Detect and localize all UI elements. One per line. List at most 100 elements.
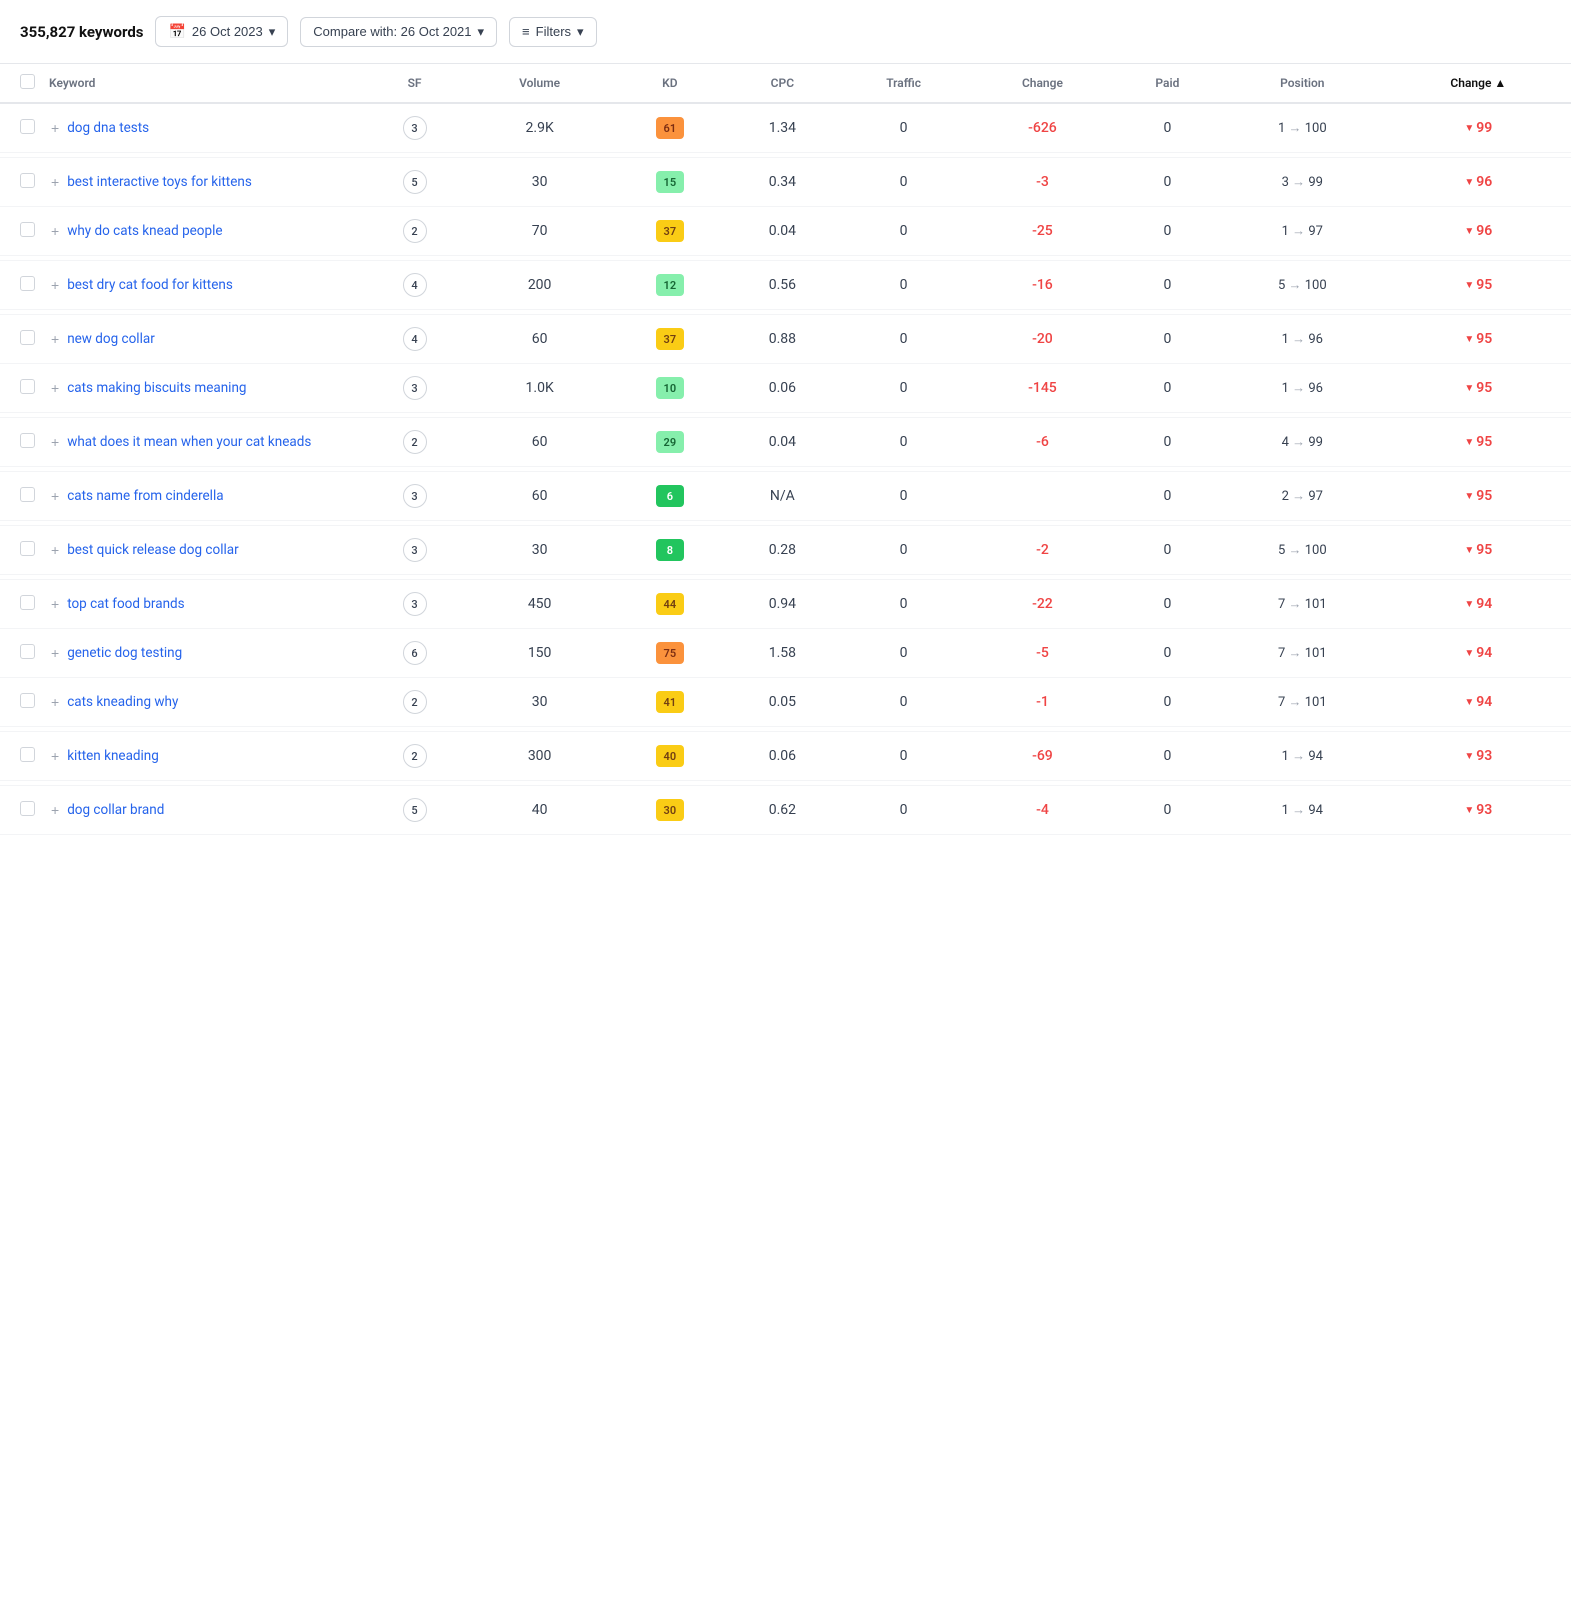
row-checkbox-cell <box>0 261 43 310</box>
row-checkbox[interactable] <box>20 595 35 610</box>
pos-change-value: ▼ 94 <box>1394 645 1563 661</box>
traffic-header[interactable]: Traffic <box>838 64 969 103</box>
keyword-cell: + cats making biscuits meaning <box>43 364 363 413</box>
arrow-right-icon: → <box>1288 278 1301 293</box>
sf-cell: 2 <box>363 732 466 781</box>
keyword-cell: + dog collar brand <box>43 786 363 835</box>
traffic-cell: 0 <box>838 732 969 781</box>
add-keyword-button[interactable]: + <box>51 542 59 558</box>
paid-cell: 0 <box>1116 315 1219 364</box>
position-cell: 5 → 100 <box>1219 526 1386 575</box>
keyword-link[interactable]: new dog collar <box>67 331 155 347</box>
row-checkbox[interactable] <box>20 276 35 291</box>
row-checkbox[interactable] <box>20 693 35 708</box>
change-value: -1 <box>1036 694 1049 710</box>
row-checkbox[interactable] <box>20 747 35 762</box>
keyword-link[interactable]: why do cats knead people <box>67 223 222 239</box>
row-checkbox[interactable] <box>20 487 35 502</box>
table-row: + cats making biscuits meaning 31.0K100.… <box>0 364 1571 413</box>
row-checkbox[interactable] <box>20 644 35 659</box>
add-keyword-button[interactable]: + <box>51 277 59 293</box>
keyword-link[interactable]: cats making biscuits meaning <box>67 380 246 396</box>
row-checkbox-cell <box>0 580 43 629</box>
pos-change-value: ▼ 95 <box>1394 434 1563 450</box>
sf-cell: 4 <box>363 261 466 310</box>
cpc-header[interactable]: CPC <box>727 64 839 103</box>
keyword-cell: + best quick release dog collar <box>43 526 363 575</box>
calendar-icon: 📅 <box>168 23 185 40</box>
cpc-cell: 0.04 <box>727 207 839 256</box>
sf-cell: 2 <box>363 418 466 467</box>
position-to: 94 <box>1308 749 1323 764</box>
add-keyword-button[interactable]: + <box>51 380 59 396</box>
keyword-link[interactable]: top cat food brands <box>67 596 184 612</box>
position-to: 101 <box>1305 695 1327 710</box>
keyword-link[interactable]: genetic dog testing <box>67 645 182 661</box>
add-keyword-button[interactable]: + <box>51 694 59 710</box>
change-header[interactable]: Change <box>969 64 1116 103</box>
keyword-link[interactable]: dog dna tests <box>67 120 149 136</box>
kd-badge: 44 <box>656 593 684 615</box>
keyword-header[interactable]: Keyword <box>43 64 363 103</box>
sf-badge: 3 <box>403 376 427 400</box>
table-row: + new dog collar 460370.880-2001 → 96 ▼ … <box>0 315 1571 364</box>
kd-badge: 41 <box>656 691 684 713</box>
compare-button[interactable]: Compare with: 26 Oct 2021 ▾ <box>300 17 497 47</box>
add-keyword-button[interactable]: + <box>51 331 59 347</box>
add-keyword-button[interactable]: + <box>51 174 59 190</box>
add-keyword-button[interactable]: + <box>51 434 59 450</box>
filters-button[interactable]: ≡ Filters ▾ <box>509 17 597 47</box>
row-checkbox[interactable] <box>20 119 35 134</box>
row-checkbox[interactable] <box>20 173 35 188</box>
kd-cell: 44 <box>613 580 726 629</box>
sf-header[interactable]: SF <box>363 64 466 103</box>
change-sorted-header[interactable]: Change ▲ <box>1386 64 1571 103</box>
date-picker-button[interactable]: 📅 26 Oct 2023 ▾ <box>155 16 288 47</box>
sf-badge: 2 <box>403 744 427 768</box>
row-checkbox[interactable] <box>20 801 35 816</box>
arrow-right-icon: → <box>1288 121 1301 136</box>
row-checkbox[interactable] <box>20 433 35 448</box>
row-checkbox[interactable] <box>20 379 35 394</box>
keyword-link[interactable]: best quick release dog collar <box>67 542 239 558</box>
pos-change-value: ▼ 95 <box>1394 542 1563 558</box>
change-cell: -69 <box>969 732 1116 781</box>
row-checkbox[interactable] <box>20 222 35 237</box>
keyword-link[interactable]: best interactive toys for kittens <box>67 174 252 190</box>
kd-header[interactable]: KD <box>613 64 726 103</box>
keyword-link[interactable]: best dry cat food for kittens <box>67 277 233 293</box>
add-keyword-button[interactable]: + <box>51 223 59 239</box>
sf-cell: 3 <box>363 103 466 153</box>
kd-cell: 40 <box>613 732 726 781</box>
keyword-link[interactable]: dog collar brand <box>67 802 164 818</box>
add-keyword-button[interactable]: + <box>51 596 59 612</box>
arrow-right-icon: → <box>1292 381 1305 396</box>
traffic-cell: 0 <box>838 580 969 629</box>
sf-badge: 3 <box>403 116 427 140</box>
add-keyword-button[interactable]: + <box>51 802 59 818</box>
row-checkbox[interactable] <box>20 330 35 345</box>
volume-header[interactable]: Volume <box>466 64 613 103</box>
select-all-header[interactable] <box>0 64 43 103</box>
row-checkbox-cell <box>0 207 43 256</box>
keyword-link[interactable]: cats name from cinderella <box>67 488 223 504</box>
add-keyword-button[interactable]: + <box>51 748 59 764</box>
kd-badge: 15 <box>656 171 684 193</box>
add-keyword-button[interactable]: + <box>51 645 59 661</box>
position-header[interactable]: Position <box>1219 64 1386 103</box>
paid-header[interactable]: Paid <box>1116 64 1219 103</box>
traffic-cell: 0 <box>838 526 969 575</box>
select-all-checkbox[interactable] <box>20 74 35 89</box>
keyword-link[interactable]: kitten kneading <box>67 748 159 764</box>
keyword-link[interactable]: cats kneading why <box>67 694 178 710</box>
cpc-cell: 0.62 <box>727 786 839 835</box>
down-arrow-icon: ▼ <box>1464 177 1474 188</box>
volume-cell: 30 <box>466 678 613 727</box>
add-keyword-button[interactable]: + <box>51 120 59 136</box>
row-checkbox[interactable] <box>20 541 35 556</box>
add-keyword-button[interactable]: + <box>51 488 59 504</box>
pos-change-cell: ▼ 94 <box>1386 678 1571 727</box>
kd-badge: 6 <box>656 485 684 507</box>
keyword-link[interactable]: what does it mean when your cat kneads <box>67 434 311 450</box>
position-cell: 7 → 101 <box>1219 580 1386 629</box>
